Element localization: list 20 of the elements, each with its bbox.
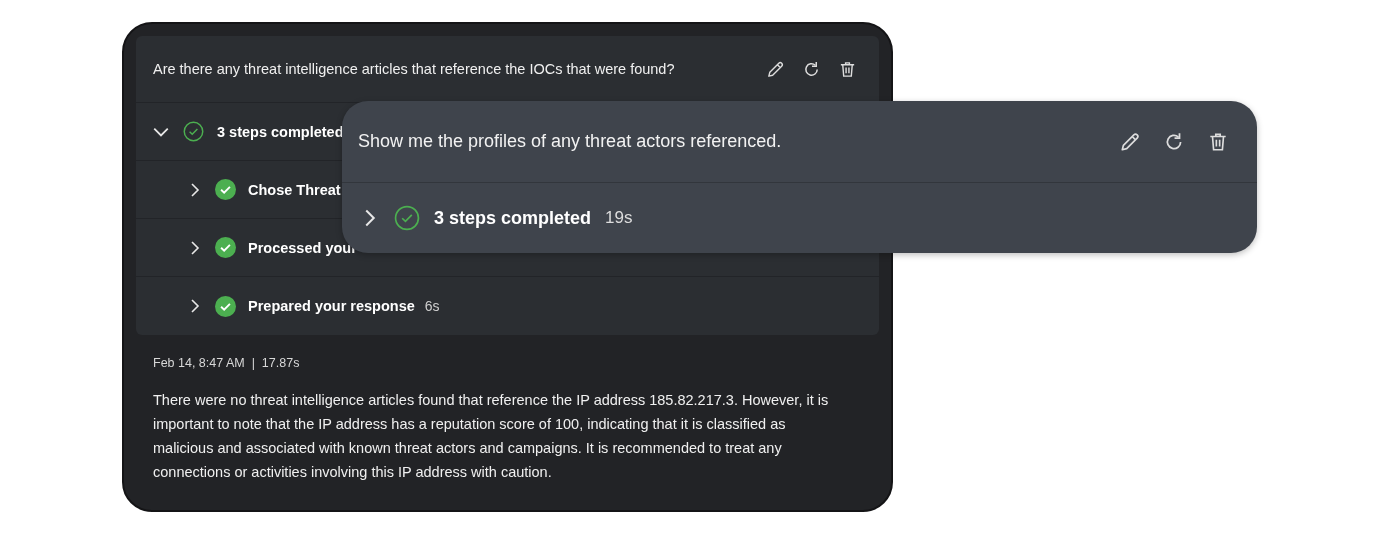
steps-duration: 19s: [605, 208, 633, 228]
step-label: Chose Threat: [248, 181, 341, 198]
response-meta: Feb 14, 8:47 AM | 17.87s: [153, 356, 301, 370]
edit-icon[interactable]: [1119, 130, 1141, 153]
check-circle-icon: [215, 237, 236, 258]
check-circle-icon: [394, 205, 420, 231]
question-text: Are there any threat intelligence articles that reference the IOCs that were found?: [153, 61, 675, 77]
edit-icon[interactable]: [766, 59, 785, 79]
question-text: Show me the profiles of any threat actors referenced.: [358, 131, 782, 152]
trash-icon[interactable]: [1207, 130, 1229, 153]
check-circle-icon: [215, 179, 236, 200]
check-circle-icon: [183, 121, 204, 142]
check-circle-icon: [215, 295, 236, 317]
refresh-icon[interactable]: [802, 59, 821, 79]
steps-summary: 3 steps completed: [434, 207, 592, 229]
response-text: There were no threat intelligence articles found that reference the IP address 185.82.217.3. However, it is important to note that the IP address has a reputation score of 100, indicating that it is classified as malicious and associated with known threat actors and campaigns. It is recommended to treat any connections or activities involving this IP address with caution.: [153, 391, 830, 482]
step-label: Prepared your response: [248, 298, 415, 314]
step-duration: 6s: [424, 298, 440, 314]
steps-summary: 3 steps completed: [217, 123, 344, 140]
trash-icon[interactable]: [838, 59, 857, 79]
